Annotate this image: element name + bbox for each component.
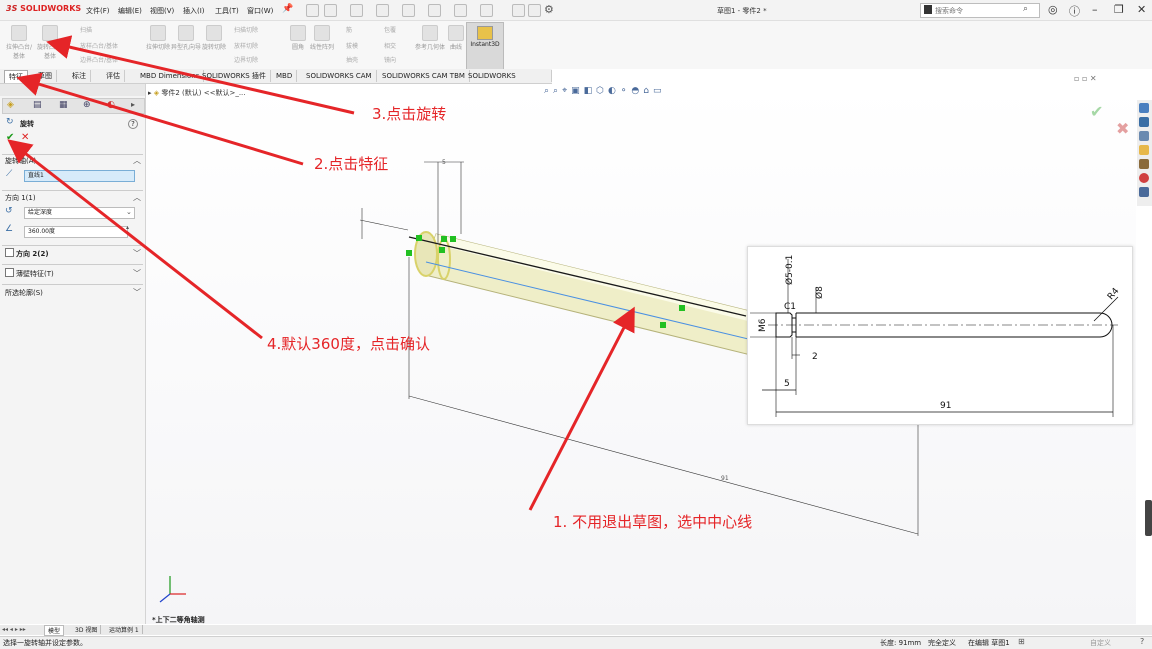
tab-motion-study[interactable]: 运动算例 1 <box>106 625 143 634</box>
bottom-tabs: ◂◂ ◂ ▸ ▸▸ 模型 3D 视图 运动算例 1 <box>0 625 1152 636</box>
tab-scroll-arrows[interactable]: ◂◂ ◂ ▸ ▸▸ <box>2 626 26 633</box>
status-message: 选择一旋转轴并设定参数。 <box>3 639 87 647</box>
arrow-step4 <box>7 139 263 340</box>
rebuild-status-icon[interactable]: ⊞ <box>1018 637 1025 646</box>
tab-model[interactable]: 模型 <box>44 625 65 636</box>
annotation-arrows <box>7 35 635 511</box>
units-select[interactable]: 自定义 <box>1090 638 1111 648</box>
tab-3d-views[interactable]: 3D 视图 <box>72 625 102 634</box>
annotation-step2: 2.点击特征 <box>314 155 389 173</box>
annotation-step4: 4.默认360度，点击确认 <box>267 335 430 353</box>
status-bar: 选择一旋转轴并设定参数。 长度: 91mm 完全定义 在编辑 草图1 ⊞ 自定义… <box>0 636 1152 649</box>
status-length: 长度: 91mm <box>880 639 922 647</box>
annotation-step1: 1. 不用退出草图，选中中心线 <box>553 513 753 531</box>
arrow-step1 <box>528 306 635 511</box>
help-icon[interactable]: ? <box>1140 637 1144 646</box>
status-editing: 在编辑 草图1 <box>968 639 1010 647</box>
annotation-step3: 3.点击旋转 <box>372 105 447 123</box>
status-definition: 完全定义 <box>928 639 956 647</box>
